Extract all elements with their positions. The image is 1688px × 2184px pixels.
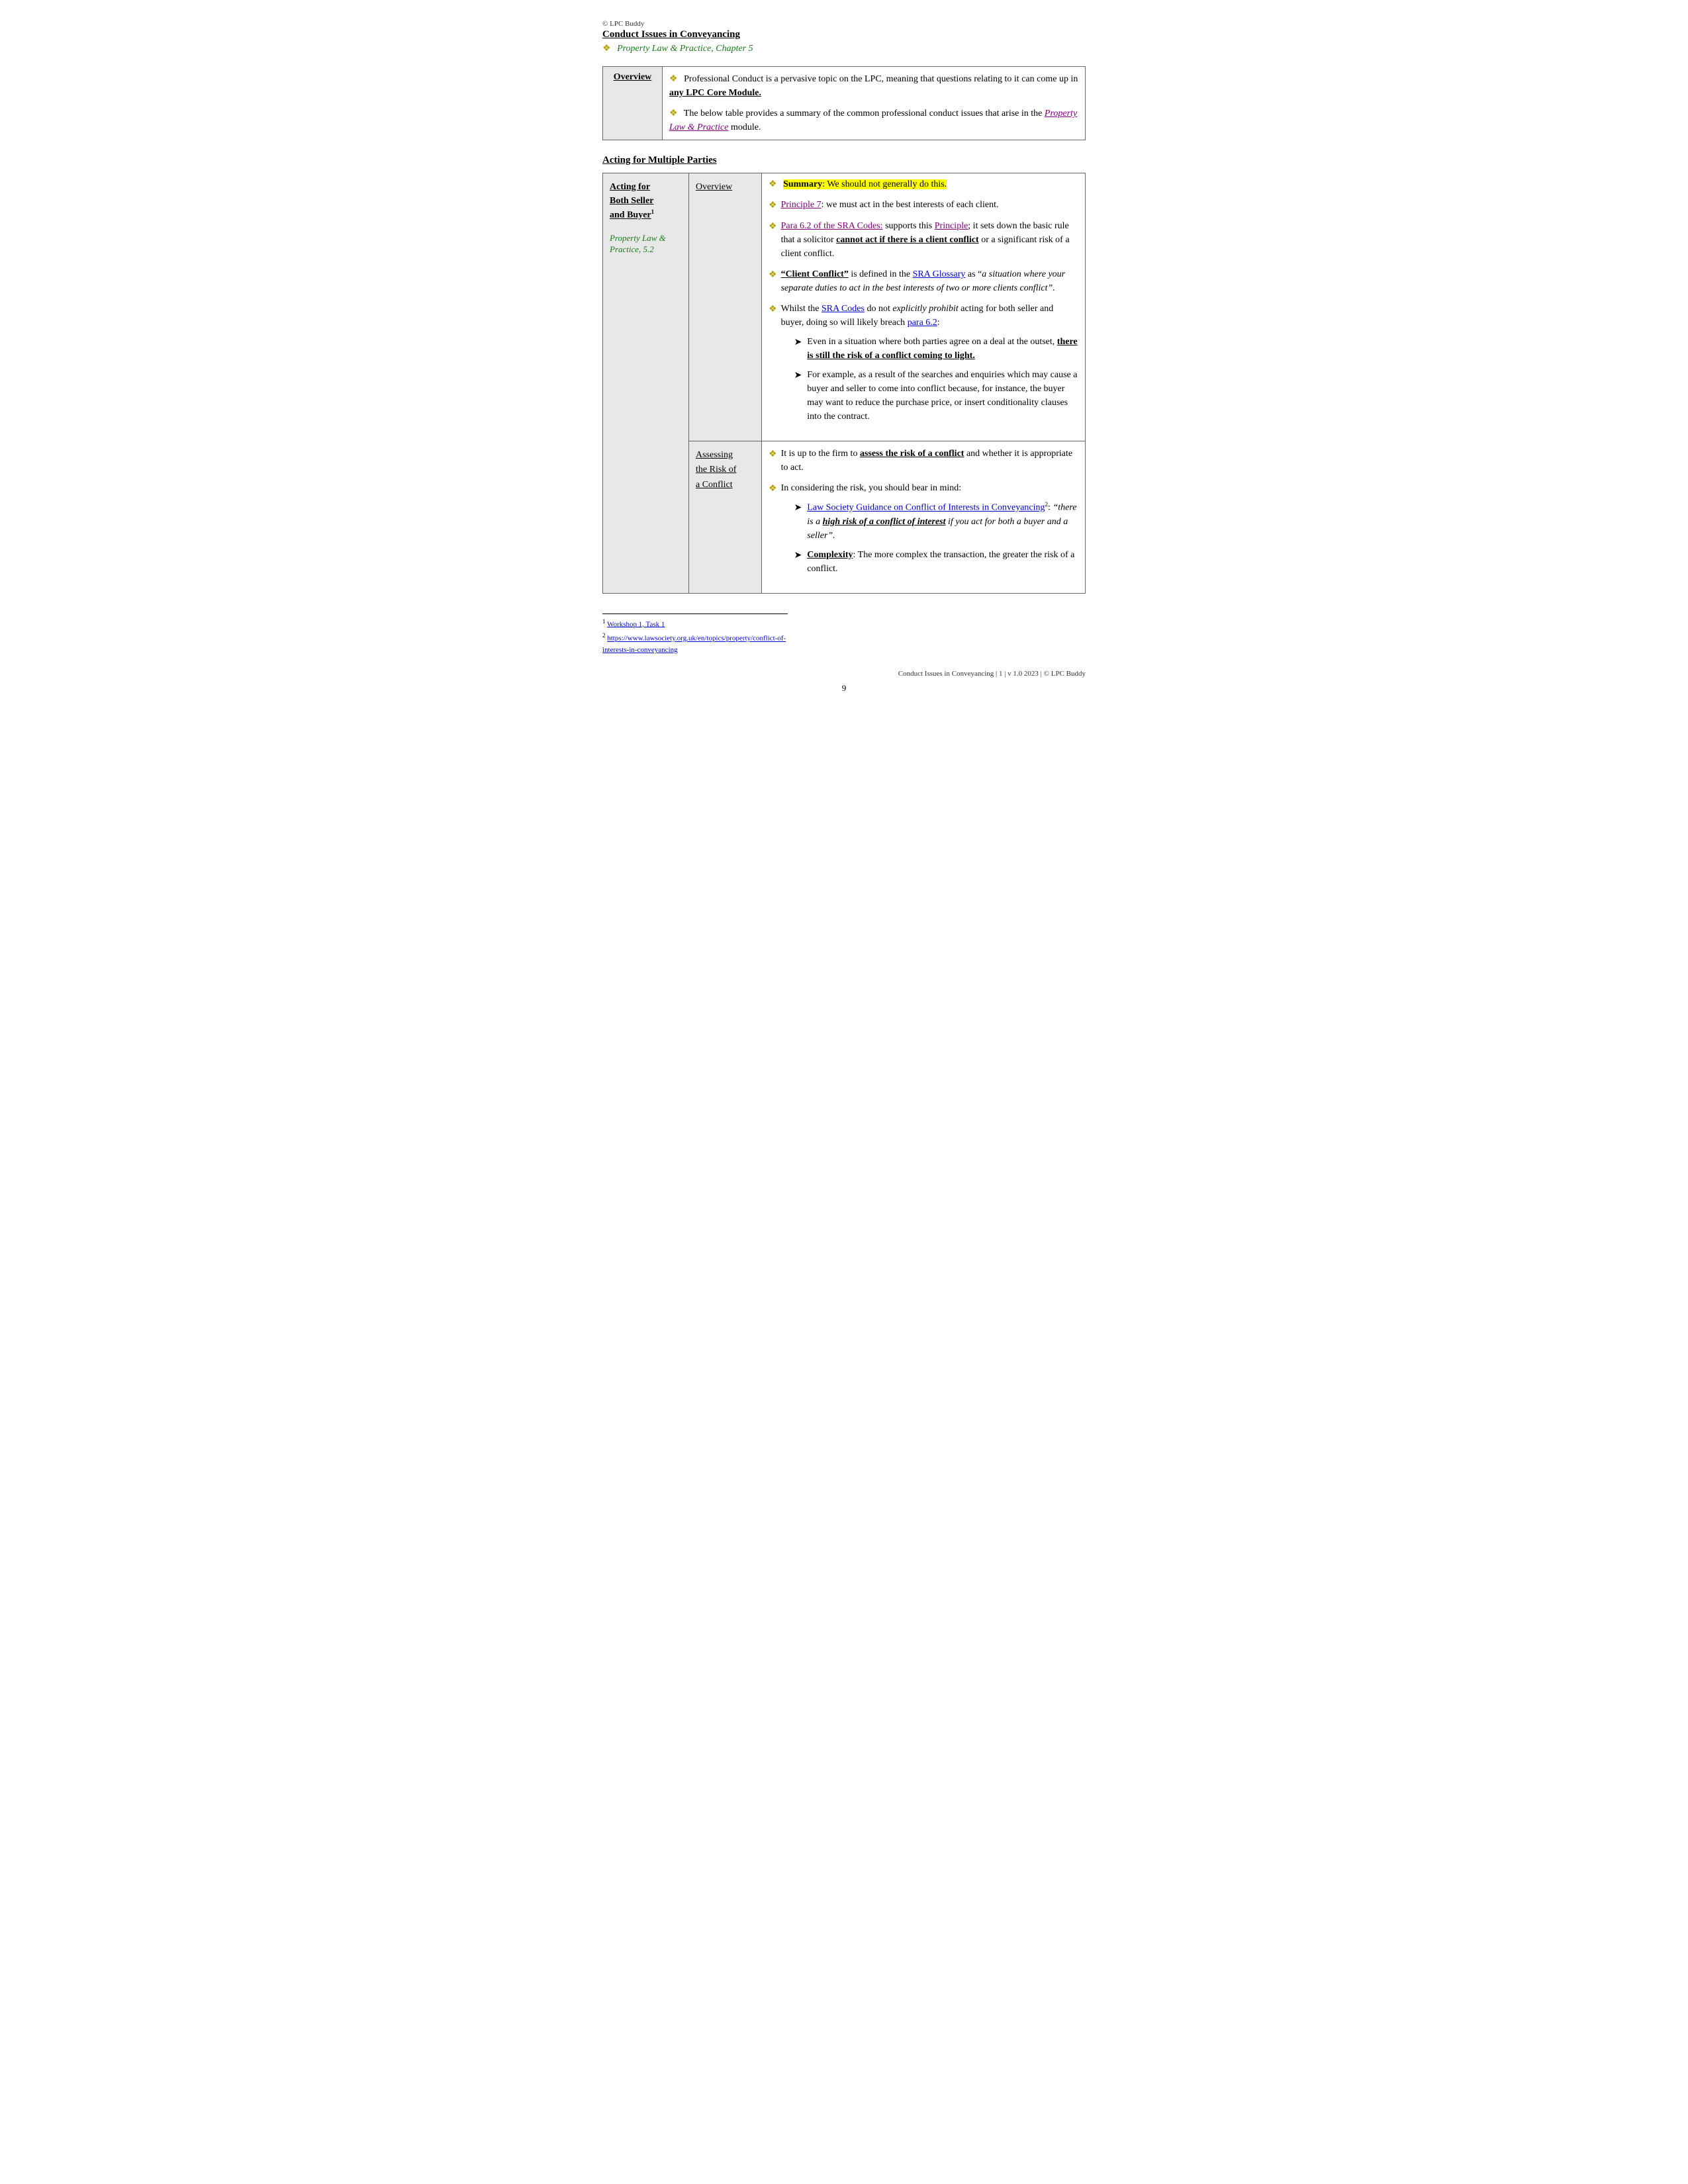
arrow-1-content: Even in a situation where both parties a… [807, 335, 1078, 363]
col-right-bottom: ❖ It is up to the firm to assess the ris… [762, 441, 1086, 594]
footnote-ref-2: 2 [1045, 501, 1049, 508]
acting-for-text: Acting forBoth Sellerand Buyer [610, 182, 654, 220]
arrow-1: ➤ Even in a situation where both parties… [794, 335, 1078, 363]
bullet-b3-content: “Client Conflict” is defined in the SRA … [781, 267, 1078, 295]
bullet-considering-risk: ❖ In considering the risk, you should be… [769, 481, 1078, 581]
overview-content: ❖ Professional Conduct is a pervasive to… [663, 67, 1086, 140]
law-society-link[interactable]: Law Society Guidance on Conflict of Inte… [807, 503, 1045, 513]
arrow-2: ➤ For example, as a result of the search… [794, 368, 1078, 424]
complexity-text: Complexity [807, 550, 853, 560]
arrow-sym-1: ➤ [794, 336, 802, 349]
main-table: Acting forBoth Sellerand Buyer1 Property… [602, 173, 1086, 594]
diamond-icon-2: ❖ [669, 109, 678, 118]
sra-codes-link[interactable]: SRA Codes [821, 304, 865, 314]
subtitle-link[interactable]: Property Law & Practice, Chapter 5 [617, 44, 753, 54]
subtitle-row: ❖ Property Law & Practice, Chapter 5 [602, 43, 1086, 54]
bullet-client-conflict: ❖ “Client Conflict” is defined in the SR… [769, 267, 1078, 295]
diamond-rb1: ❖ [769, 447, 777, 461]
col-middle-overview: Overview [689, 173, 762, 441]
overview-item-2: ❖ The below table provides a summary of … [669, 107, 1078, 134]
col-middle-assessing: Assessingthe Risk ofa Conflict [689, 441, 762, 594]
overview-mid-label: Overview [696, 182, 732, 192]
bullet-rb2-content: In considering the risk, you should bear… [781, 481, 1078, 581]
footer: Conduct Issues in Conveyancing | 1 | v 1… [602, 670, 1086, 678]
bullet-assess-risk: ❖ It is up to the firm to assess the ris… [769, 447, 1078, 475]
arrow-sym-c: ➤ [794, 549, 802, 563]
main-title: Conduct Issues in Conveyancing [602, 29, 1086, 40]
sra-glossary-link[interactable]: SRA Glossary [913, 269, 966, 279]
arrow-sym-2: ➤ [794, 369, 802, 383]
arrow-complexity: ➤ Complexity: The more complex the trans… [794, 548, 1078, 576]
high-risk-text: high risk of a conflict of interest [823, 517, 946, 527]
diamond-icon-1: ❖ [669, 74, 678, 84]
copyright: © LPC Buddy [602, 20, 1086, 28]
footnote-2: 2 https://www.lawsociety.org.uk/en/topic… [602, 631, 788, 657]
page-number: 9 [602, 683, 1086, 694]
fn1-num: 1 [602, 618, 606, 625]
acting-multiple-heading: Acting for Multiple Parties [602, 155, 1086, 166]
fn2-link[interactable]: https://www.lawsociety.org.uk/en/topics/… [602, 635, 786, 655]
fn1-link[interactable]: Workshop 1, Task 1 [607, 620, 665, 628]
footnote-section: 1 Workshop 1, Task 1 2 https://www.lawso… [602, 614, 788, 657]
principle7-link[interactable]: Principle 7 [781, 200, 821, 210]
client-conflict-term: “Client Conflict” [781, 269, 849, 279]
bullet-b2-content: Para 6.2 of the SRA Codes: supports this… [781, 219, 1078, 261]
footer-text: Conduct Issues in Conveyancing | 1 | v 1… [602, 670, 1086, 678]
diamond-summary: ❖ [769, 179, 777, 189]
arrow-ls-content: Law Society Guidance on Conflict of Inte… [807, 500, 1078, 543]
bullet-b4-content: Whilst the SRA Codes do not explicitly p… [781, 302, 1078, 429]
arrow-complexity-content: Complexity: The more complex the transac… [807, 548, 1078, 576]
overview-table: Overview ❖ Professional Conduct is a per… [602, 66, 1086, 140]
diamond-icon: ❖ [602, 44, 611, 54]
bullet-rb1-content: It is up to the firm to assess the risk … [781, 447, 1078, 475]
prop-law-link[interactable]: Property Law & Practice [669, 109, 1077, 132]
bullet-para62: ❖ Para 6.2 of the SRA Codes: supports th… [769, 219, 1078, 261]
arrow-law-society: ➤ Law Society Guidance on Conflict of In… [794, 500, 1078, 543]
assessing-label: Assessingthe Risk ofa Conflict [696, 450, 736, 490]
diamond-b2: ❖ [769, 220, 777, 234]
col-left-top: Acting forBoth Sellerand Buyer1 Property… [603, 173, 689, 594]
bullet-b1-content: Principle 7: we must act in the best int… [781, 198, 1078, 212]
any-lpc-text: any LPC Core Module. [669, 88, 761, 98]
summary-text: Summary: We should not generally do this… [783, 179, 947, 189]
overview-label: Overview [603, 67, 663, 140]
fn2-num: 2 [602, 632, 606, 639]
summary-bar: ❖ Summary: We should not generally do th… [769, 179, 1078, 190]
left-heading: Acting forBoth Sellerand Buyer1 [610, 180, 682, 222]
diamond-rb2: ❖ [769, 482, 777, 496]
para62-link[interactable]: Para 6.2 of the SRA Codes: [781, 221, 883, 231]
diamond-b4: ❖ [769, 302, 777, 316]
assess-text: assess the risk of a conflict [860, 449, 964, 459]
arrow-sym-ls: ➤ [794, 501, 802, 515]
prop-law-left-link[interactable]: Property Law & Practice, 5.2 [610, 233, 666, 254]
arrow-2-content: For example, as a result of the searches… [807, 368, 1078, 424]
diamond-b3: ❖ [769, 268, 777, 282]
para62-link2[interactable]: para 6.2 [908, 318, 937, 328]
col-right-top: ❖ Summary: We should not generally do th… [762, 173, 1086, 441]
bullet-principle7: ❖ Principle 7: we must act in the best i… [769, 198, 1078, 212]
bullet-sra-codes: ❖ Whilst the SRA Codes do not explicitly… [769, 302, 1078, 429]
overview-item-1: ❖ Professional Conduct is a pervasive to… [669, 72, 1078, 100]
footnote-1: 1 Workshop 1, Task 1 [602, 617, 788, 631]
cannot-act-text: cannot act if there is a client conflict [836, 235, 979, 245]
footnote-ref-1: 1 [651, 208, 655, 215]
diamond-b1: ❖ [769, 199, 777, 212]
conflict-coming-text: there is still the risk of a conflict co… [807, 337, 1077, 361]
principle-link2[interactable]: Principle [935, 221, 968, 231]
